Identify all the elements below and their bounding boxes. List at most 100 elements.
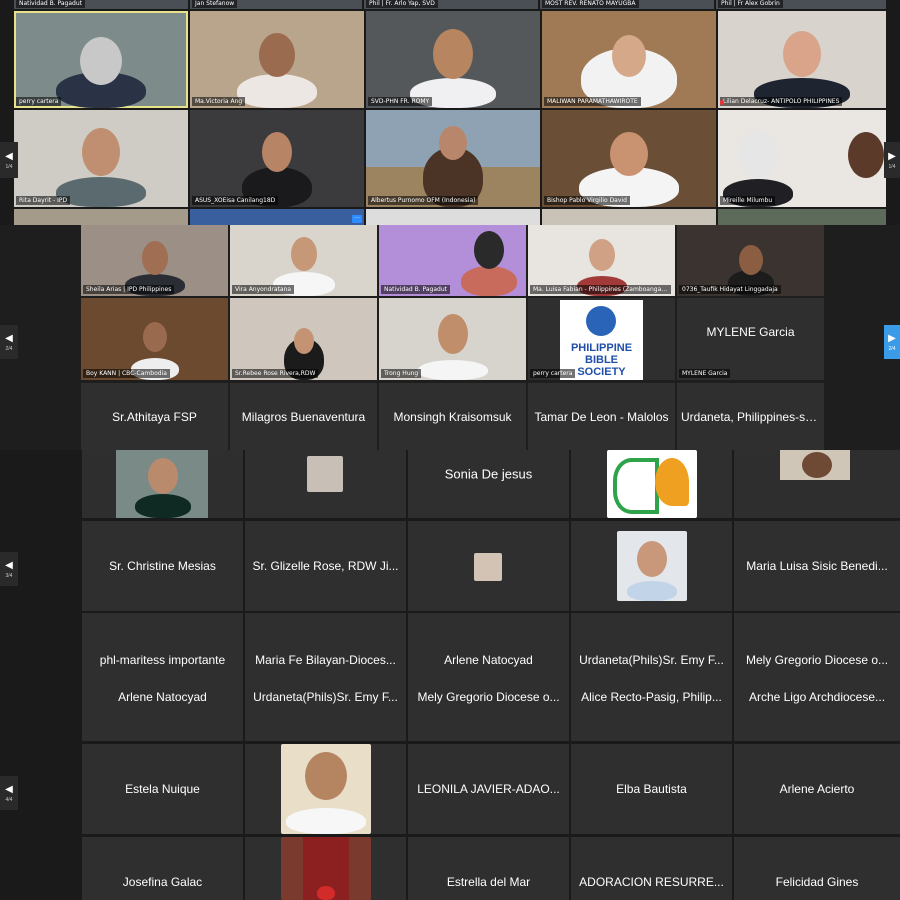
participant-display-name: Maria Luisa Sisic Benedi... [746,559,888,573]
video-tile[interactable] [408,521,569,611]
participant-head [802,452,832,478]
participant-head [141,241,168,275]
video-tile[interactable] [245,837,406,900]
video-tile[interactable] [542,209,716,225]
video-tile[interactable]: Arlene Natocyad [408,613,569,675]
video-tile[interactable]: Ma. Luisa Fabian - Philippines (Zamboang… [528,225,675,296]
participant-display-name: Sonia De jesus [444,466,533,482]
video-tile[interactable]: Estela Nuique [82,744,243,834]
video-tile[interactable]: Mely Gregorio Diocese o... [734,613,900,675]
video-tile-active-speaker[interactable]: perry cartera [14,11,188,108]
video-tile[interactable]: Sheila Arias | IPD Philippines [81,225,228,296]
more-options-icon[interactable]: ··· [352,215,362,223]
video-tile[interactable]: Josefina Galac [82,837,243,900]
participant-video [417,360,488,380]
participant-display-name: MYLENE Garcia [706,325,795,340]
participant-display-name: Josefina Galac [122,875,203,890]
participant-head [433,29,473,79]
video-tile[interactable]: 0736_Taufik Hidayat Linggadaja [677,225,824,296]
video-tile[interactable]: Arlene Natocyad [82,675,243,741]
participant-display-name: Mely Gregorio Diocese o... [417,689,560,704]
participant-body [627,581,677,601]
video-tile[interactable]: ADORACION RESURRE... [571,837,732,900]
video-tile[interactable]: Felicidad Gines [734,837,900,900]
bible-society-logo: PHILIPPINE BIBLE SOCIETY [560,300,643,380]
chevron-left-icon: ◀ [5,559,13,571]
video-tile[interactable] [82,450,243,518]
prev-page-button[interactable]: ◀ 2/4 [0,325,18,359]
participant-name: Albertus Purnomo OFM (Indonesia) [368,196,479,205]
video-tile[interactable]: Monsingh Kraisomsuk [379,383,526,450]
participant-name: 0736_Taufik Hidayat Linggadaja [679,285,781,294]
video-tile[interactable] [245,744,406,834]
video-tile[interactable]: Urdaneta(Phils)Sr. Emy F... [245,675,406,741]
gallery-page-1: Natividad B. Pagadut Jan Stefanow Phil |… [0,0,900,225]
prev-page-button[interactable]: ◀ 1/4 [0,142,18,178]
video-tile[interactable]: Rita Dayrit - IPD [14,110,188,207]
video-tile[interactable]: Vira Anyondratana [230,225,377,296]
video-tile[interactable]: Lilian Delacruz- ANTIPOLO PHILIPPINES [718,11,886,108]
participant-head [738,130,778,178]
video-tile[interactable]: Ma.Victoria Ang [190,11,364,108]
video-tile[interactable]: LEONILA JAVIER-ADAO... [408,744,569,834]
video-tile[interactable] [571,521,732,611]
video-tile[interactable]: Milagros Buenaventura [230,383,377,450]
video-tile[interactable] [245,450,406,518]
video-tile[interactable]: Urdaneta(Phils)Sr. Emy F... [571,613,732,675]
video-tile[interactable]: MYLENE Garcia MYLENE Garcia [677,298,824,380]
participant-head [80,37,122,85]
video-tile[interactable]: Boy KANN | CBC-Cambodia [81,298,228,380]
prev-page-button[interactable]: ◀ 4/4 [0,776,18,810]
muted-mic-icon [720,100,724,105]
video-tile[interactable]: SVD-PHN FR. ROMY [366,11,540,108]
video-tile[interactable]: Phil | Fr Alex Gobrin [716,0,886,9]
video-tile[interactable]: Maria Luisa Sisic Benedi... [734,521,900,611]
video-tile[interactable]: MOST REV. RENATO MAYUGBA [540,0,714,9]
video-tile[interactable]: Tamar De Leon - Malolos [528,383,675,450]
participant-head [783,31,821,77]
video-tile[interactable]: Sr.Rebee Rose Rivera,RDW [230,298,377,380]
next-page-button[interactable]: ▶ 2/4 [884,325,900,359]
video-tile[interactable]: Sr. Christine Mesias [82,521,243,611]
video-tile[interactable] [718,209,886,225]
video-tile[interactable]: Natividad B. Pagadut [14,0,188,9]
video-tile[interactable]: Elba Bautista [571,744,732,834]
video-tile[interactable]: Albertus Purnomo OFM (Indonesia) [366,110,540,207]
video-tile[interactable]: Estrella del Mar [408,837,569,900]
video-tile[interactable] [366,209,540,225]
video-tile[interactable]: ··· [190,209,364,225]
video-tile[interactable]: Mireille Milumbu [718,110,886,207]
video-tile[interactable]: Trong Hung [379,298,526,380]
participant-name: Sr.Rebee Rose Rivera,RDW [232,369,319,378]
video-tile[interactable]: Phil | Fr. Arlo Yap, SVD [364,0,538,9]
participant-name: MALIWAN PARAMATHAWIROTE [544,97,641,106]
video-tile[interactable]: Sr.Athitaya FSP [81,383,228,450]
prev-page-button[interactable]: ◀ 3/4 [0,552,18,586]
top-caption-row: Natividad B. Pagadut Jan Stefanow Phil |… [14,0,886,9]
video-tile[interactable]: Natividad B. Pagadut [379,225,526,296]
video-tile[interactable]: Sr. Glizelle Rose, RDW Ji... [245,521,406,611]
video-tile[interactable]: Arche Ligo Archdiocese... [734,675,900,741]
video-tile[interactable] [571,450,732,518]
video-tile[interactable]: Bishop Pablo Virgilio David [542,110,716,207]
participant-head [738,245,763,275]
participant-name: perry cartera [16,97,62,106]
video-tile[interactable]: Urdaneta, Philippines-s.c... [677,383,824,450]
video-tile[interactable]: Maria Fe Bilayan-Dioces... [245,613,406,675]
video-tile[interactable]: Jan Stefanow [190,0,362,9]
video-tile[interactable] [734,450,900,518]
video-tile[interactable]: phl-maritess importante [82,613,243,675]
video-tile[interactable]: Arlene Acierto [734,744,900,834]
participant-display-name: Urdaneta(Phils)Sr. Emy F... [579,652,724,667]
video-tile[interactable]: MALIWAN PARAMATHAWIROTE [542,11,716,108]
video-tile[interactable] [14,209,188,225]
video-tile[interactable]: PHILIPPINE BIBLE SOCIETY perry cartera [528,298,675,380]
next-page-button[interactable]: ▶ 1/4 [884,142,900,178]
video-tile[interactable]: Mely Gregorio Diocese o... [408,675,569,741]
video-tile[interactable]: Alice Recto-Pasig, Philip... [571,675,732,741]
video-tile[interactable]: ASUS_XOEisa Canilang18D [190,110,364,207]
video-tile[interactable]: Sonia De jesus [408,450,569,518]
participant-head [82,128,120,176]
book-globe-icon [586,306,616,336]
participant-name: Lilian Delacruz- ANTIPOLO PHILIPPINES [720,97,843,106]
